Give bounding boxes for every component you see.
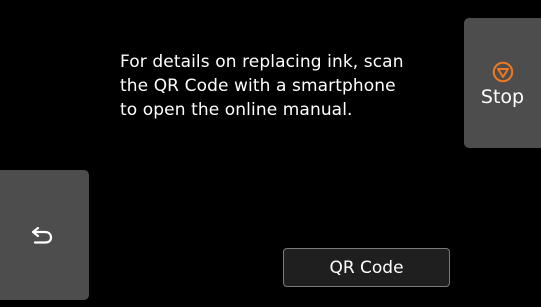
stop-button[interactable]: Stop bbox=[464, 18, 541, 148]
back-arrow-icon bbox=[31, 226, 52, 244]
ink-replacement-message: For details on replacing ink, scan the Q… bbox=[120, 52, 404, 120]
qr-code-button-label: QR Code bbox=[329, 257, 404, 278]
back-button[interactable] bbox=[0, 170, 89, 300]
stop-button-label: Stop bbox=[480, 85, 525, 108]
printer-panel-screen: For details on replacing ink, scan the Q… bbox=[0, 0, 541, 307]
qr-code-button[interactable]: QR Code bbox=[283, 248, 450, 287]
stop-icon bbox=[492, 61, 513, 82]
